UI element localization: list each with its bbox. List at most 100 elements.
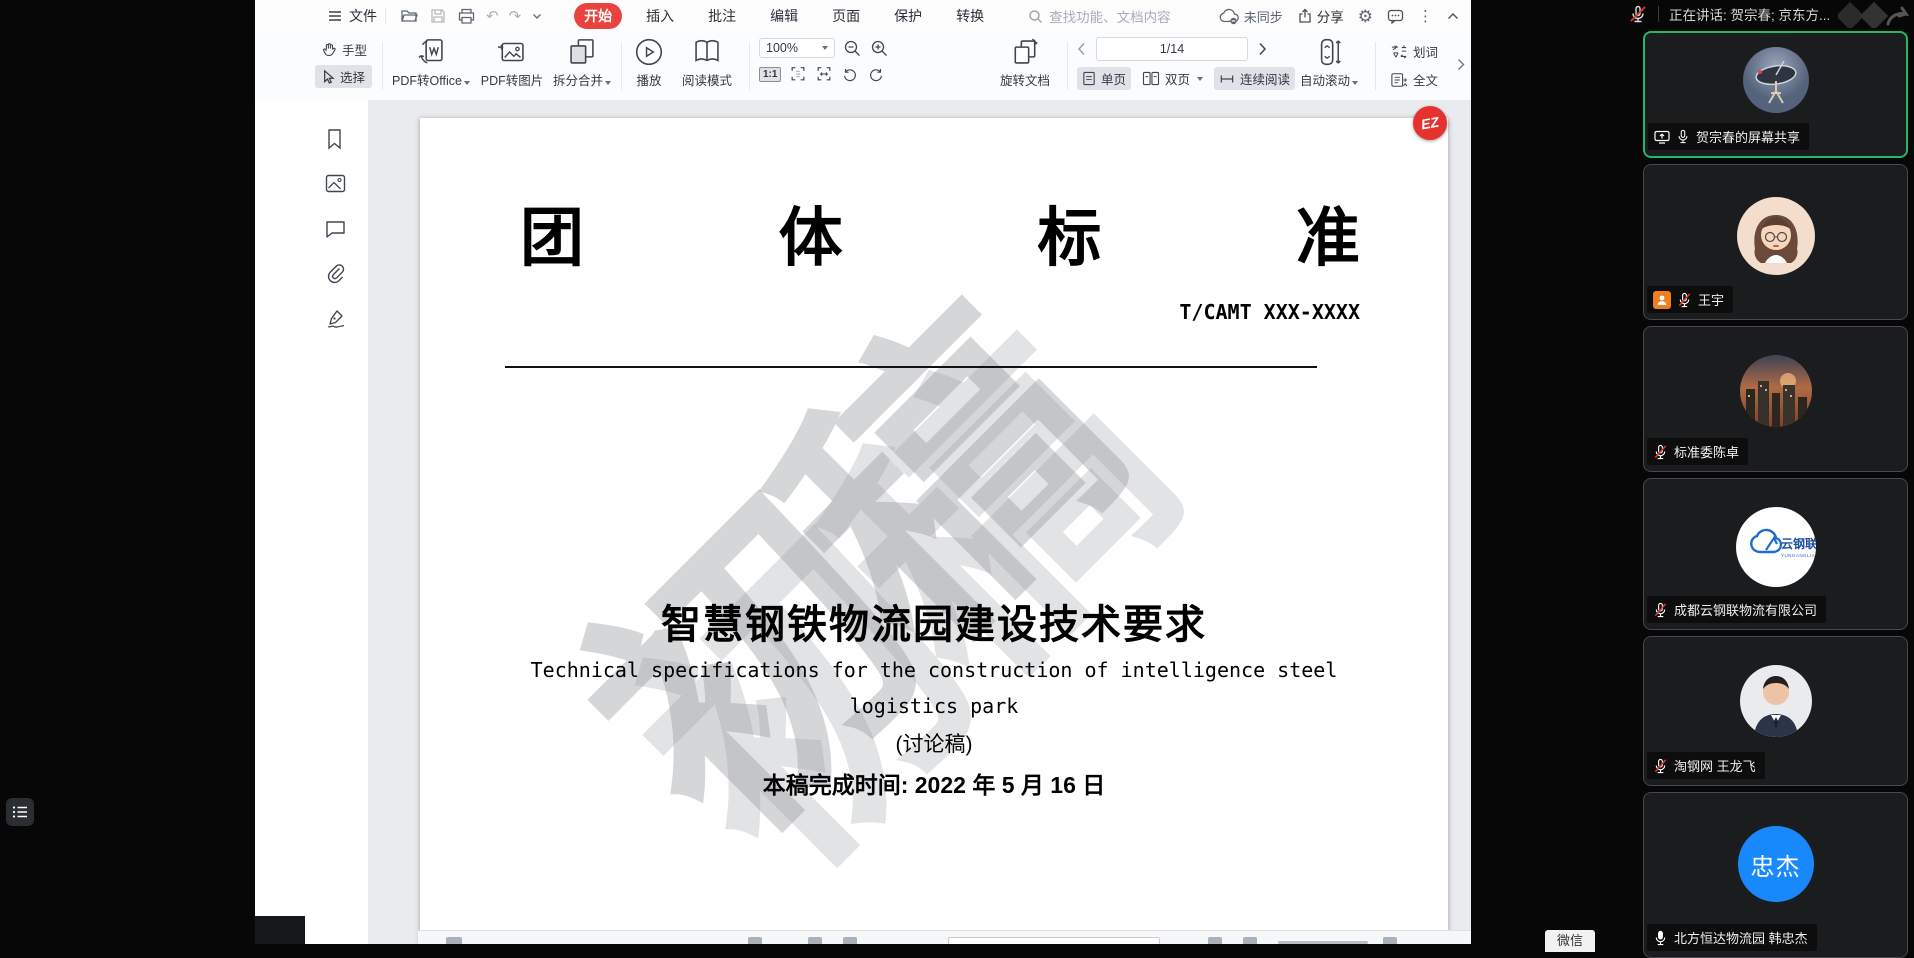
avatar: 云钢联 YUNGANGLIAN [1736, 507, 1816, 587]
more-vertical-icon[interactable]: ⋮ [1418, 9, 1433, 24]
document-viewer[interactable]: 初稿 初稿 团体标准 T/CAMT XXX-XXXX 智慧钢铁物流园建设技术要求… [368, 100, 1471, 944]
full-text-translate-icon [1390, 72, 1408, 88]
participant-tile[interactable]: 忠杰 北方恒达物流园 韩忠杰 [1643, 792, 1908, 958]
participant-name: 北方恒达物流园 韩忠杰 [1674, 928, 1808, 947]
search-input[interactable]: 查找功能、文档内容 [1049, 6, 1171, 26]
fit-page-icon[interactable] [789, 65, 807, 83]
pdf-to-office-button[interactable]: PDF转Office [390, 36, 472, 89]
double-page-button[interactable]: 双页 [1137, 67, 1208, 90]
double-page-icon [1142, 71, 1160, 86]
toolbar-expand-icon[interactable] [1457, 58, 1465, 71]
speaking-status: 正在讲话: 贺宗春; 京东方... [1669, 4, 1830, 24]
page-indicator-input[interactable]: 1/14 [1160, 42, 1184, 56]
pdf-to-image-button[interactable]: PDF转图片 [479, 36, 545, 89]
participant-tile[interactable]: 王宇 [1643, 164, 1908, 320]
status-icon[interactable] [1243, 937, 1257, 944]
read-mode-button[interactable]: 阅读模式 [675, 36, 739, 89]
bookmark-icon[interactable] [325, 128, 344, 150]
mic-muted-icon [1653, 602, 1668, 618]
rotate-right-icon[interactable] [867, 65, 885, 83]
chevron-down-icon[interactable] [532, 12, 542, 20]
status-icon[interactable] [1208, 937, 1222, 944]
single-page-button[interactable]: 单页 [1077, 67, 1131, 90]
participant-name: 贺宗春的屏幕共享 [1696, 127, 1800, 146]
mic-muted-icon [1653, 758, 1668, 774]
participant-tile[interactable]: 贺宗春的屏幕共享 [1643, 31, 1908, 158]
participant-name: 成都云钢联物流有限公司 [1674, 600, 1817, 619]
floating-red-badge[interactable]: EZ [1413, 106, 1447, 140]
cloud-unsynced-icon[interactable] [1218, 8, 1240, 25]
document-subtitle-en-1: Technical specifications for the constru… [420, 658, 1448, 682]
mic-muted-icon[interactable] [1628, 4, 1648, 24]
divider [1658, 6, 1659, 22]
word-translate-icon [1390, 44, 1408, 60]
hand-icon [320, 41, 337, 58]
zoom-in-icon[interactable] [870, 39, 889, 58]
actual-size-button[interactable]: 1:1 [759, 67, 781, 82]
open-icon[interactable] [400, 8, 418, 24]
next-page-icon[interactable] [1258, 42, 1267, 56]
signature-icon[interactable] [325, 308, 347, 328]
tab-annotate[interactable]: 批注 [698, 3, 746, 29]
comment-icon[interactable] [1387, 9, 1404, 24]
tab-home[interactable]: 开始 [574, 3, 622, 29]
completion-date-line: 本稿完成时间: 2022 年 5 月 16 日 [420, 766, 1448, 800]
search-icon[interactable] [1028, 9, 1043, 24]
gear-icon[interactable]: ⚙ [1358, 8, 1373, 25]
participant-label: 成都云钢联物流有限公司 [1647, 596, 1826, 623]
file-menu[interactable]: 文件 [349, 6, 377, 26]
doc-type-heading: 团体标准 [520, 206, 1360, 270]
status-icon[interactable] [843, 937, 857, 944]
split-merge-button[interactable]: 拆分合并 [551, 36, 613, 89]
redo-icon[interactable]: ↷ [509, 9, 522, 24]
auto-scroll-button[interactable]: 自动滚动 [1297, 36, 1361, 89]
tab-page[interactable]: 页面 [822, 3, 870, 29]
tab-edit[interactable]: 编辑 [760, 3, 808, 29]
participant-tile[interactable]: 淘钢网 王龙飞 [1643, 636, 1908, 786]
share-icon[interactable] [1297, 8, 1313, 24]
continuous-reading-button[interactable]: 连续阅读 [1214, 67, 1295, 90]
print-icon[interactable] [458, 8, 475, 24]
undo-icon[interactable]: ↶ [486, 9, 499, 24]
wechat-tooltip[interactable]: 微信 [1545, 930, 1595, 952]
tab-convert[interactable]: 转换 [946, 3, 994, 29]
avatar [1740, 355, 1812, 427]
fit-width-icon[interactable] [815, 65, 833, 83]
status-bar-partial [418, 930, 1471, 944]
status-icon[interactable] [446, 937, 462, 944]
participant-name: 王宇 [1698, 290, 1724, 309]
zoom-out-icon[interactable] [843, 39, 862, 58]
thumbnails-icon[interactable] [325, 174, 346, 193]
collapse-ribbon-icon[interactable] [1447, 12, 1459, 20]
avatar [1743, 47, 1809, 113]
tab-insert[interactable]: 插入 [636, 3, 684, 29]
attachment-icon[interactable] [325, 263, 345, 284]
zoom-level-select[interactable]: 100% [759, 38, 835, 58]
share-label[interactable]: 分享 [1317, 6, 1344, 26]
participant-tile[interactable]: 云钢联 YUNGANGLIAN 成都云钢联物流有限公司 [1643, 478, 1908, 630]
rotate-document-button[interactable]: 旋转文档 [993, 36, 1057, 89]
save-icon[interactable] [430, 8, 446, 24]
status-icon[interactable] [748, 937, 762, 944]
tab-protect[interactable]: 保护 [884, 3, 932, 29]
bottom-left-notch [255, 916, 305, 944]
full-text-translate-button[interactable]: 全文 [1385, 68, 1471, 91]
outline-button[interactable] [6, 798, 34, 826]
participant-name: 淘钢网 王龙飞 [1674, 756, 1756, 775]
play-button[interactable]: 播放 [627, 36, 671, 89]
cityscape-avatar [1740, 355, 1812, 427]
toolbar-ribbon: 手型 选择 PDF转Office PDF转图片 拆分合并 播放 [255, 32, 1471, 101]
select-tool-button[interactable]: 选择 [315, 65, 372, 88]
status-icon[interactable] [808, 937, 822, 944]
previous-page-icon[interactable] [1077, 42, 1086, 56]
participant-label: 贺宗春的屏幕共享 [1648, 123, 1809, 150]
status-input-partial[interactable] [948, 937, 1160, 944]
status-icon[interactable] [1383, 937, 1397, 944]
rotate-left-icon[interactable] [841, 65, 859, 83]
comments-panel-icon[interactable] [325, 220, 346, 238]
participant-tile[interactable]: 标准委陈卓 [1643, 326, 1908, 472]
hamburger-icon[interactable] [327, 8, 343, 24]
pdf-to-image-icon [495, 36, 529, 68]
auto-scroll-icon [1314, 36, 1344, 68]
hand-tool-button[interactable]: 手型 [315, 38, 372, 61]
